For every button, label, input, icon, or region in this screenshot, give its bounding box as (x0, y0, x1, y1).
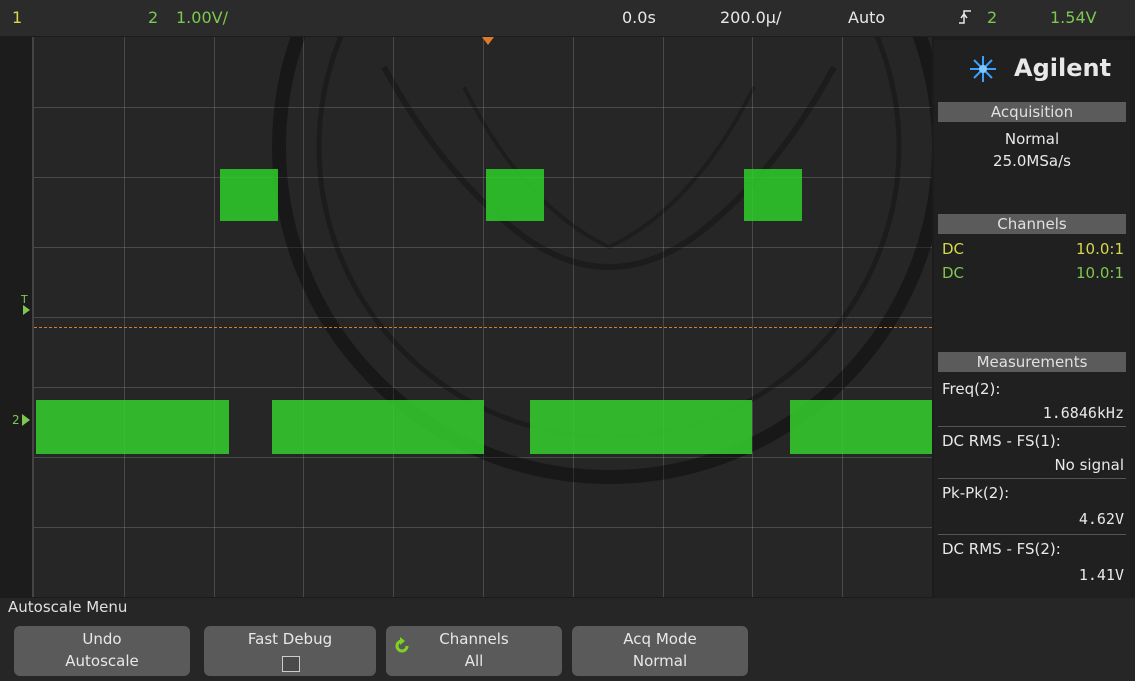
acquisition-header: Acquisition (938, 102, 1126, 122)
pulse-high-3 (744, 169, 802, 221)
meas-value-rms2: 1.41V (1078, 566, 1124, 584)
ch1-coupling: DC (942, 240, 965, 258)
trigger-level-line (34, 327, 932, 328)
status-bar: 1 2 1.00V/ 0.0s 200.0µ/ Auto 2 1.54V (0, 0, 1135, 36)
divider (938, 478, 1126, 479)
brand-name: Agilent (1014, 54, 1112, 82)
time-scale[interactable]: 200.0µ/ (720, 8, 781, 28)
meas-label-rms1: DC RMS - FS(1): (942, 432, 1061, 450)
softkey-label: Acq Mode (623, 630, 697, 648)
channels-button[interactable]: Channels All (386, 626, 562, 676)
meas-value-rms1: No signal (1054, 456, 1124, 474)
trace-segment-3 (530, 400, 752, 454)
trigger-mode[interactable]: Auto (848, 8, 885, 28)
ground-arrow-icon (22, 414, 30, 426)
trace-segment-1 (36, 400, 229, 454)
ch2-probe: 10.0:1 (1076, 264, 1124, 282)
acq-mode-button[interactable]: Acq Mode Normal (572, 626, 748, 676)
trace-segment-2 (272, 400, 484, 454)
ch1-label[interactable]: 1 (12, 8, 22, 28)
meas-label-pkpk: Pk-Pk(2): (942, 484, 1010, 502)
softkey-bar: Autoscale Menu Undo Autoscale Fast Debug… (0, 598, 1135, 681)
time-reference-icon (482, 37, 494, 45)
meas-value-freq: 1.6846kHz (1042, 404, 1124, 422)
trigger-arrow-icon (23, 305, 30, 315)
time-delay[interactable]: 0.0s (622, 8, 656, 28)
menu-title: Autoscale Menu (8, 598, 128, 616)
agilent-spark-icon (970, 56, 996, 82)
trace-segment-4 (790, 400, 932, 454)
ch2-label[interactable]: 2 (148, 8, 158, 28)
ch2-coupling: DC (942, 264, 965, 282)
grid-line-horizontal (34, 527, 932, 528)
undo-autoscale-button[interactable]: Undo Autoscale (14, 626, 190, 676)
info-panel: Agilent Acquisition Normal 25.0MSa/s Cha… (934, 40, 1130, 600)
meas-value-pkpk: 4.62V (1078, 510, 1124, 528)
trigger-level[interactable]: 1.54V (1050, 8, 1097, 28)
ch2-scale[interactable]: 1.00V/ (176, 8, 228, 28)
sample-rate: 25.0MSa/s (993, 152, 1071, 170)
trigger-source[interactable]: 2 (987, 8, 997, 28)
softkey-label: Undo (82, 630, 122, 648)
softkey-label: Channels (439, 630, 509, 648)
brand-header: Agilent (934, 40, 1130, 96)
meas-label-rms2: DC RMS - FS(2): (942, 540, 1061, 558)
channels-header: Channels (938, 214, 1126, 234)
fast-debug-button[interactable]: Fast Debug (204, 626, 376, 676)
ch2-ground-marker: 2 (12, 413, 20, 427)
softkey-label: All (464, 652, 484, 670)
pulse-high-1 (220, 169, 278, 221)
acquisition-mode: Normal (1004, 130, 1060, 148)
softkey-label: Normal (632, 652, 688, 670)
measurements-header: Measurements (938, 352, 1126, 372)
divider (938, 426, 1126, 427)
waveform-display[interactable] (32, 37, 932, 597)
pulse-high-2 (486, 169, 544, 221)
ch1-probe: 10.0:1 (1076, 240, 1124, 258)
checkbox-icon (282, 656, 300, 672)
softkey-label: Autoscale (65, 652, 139, 670)
rising-edge-icon (958, 8, 972, 31)
meas-label-freq: Freq(2): (942, 380, 1001, 398)
divider (938, 534, 1126, 535)
softkey-label: Fast Debug (247, 630, 333, 648)
